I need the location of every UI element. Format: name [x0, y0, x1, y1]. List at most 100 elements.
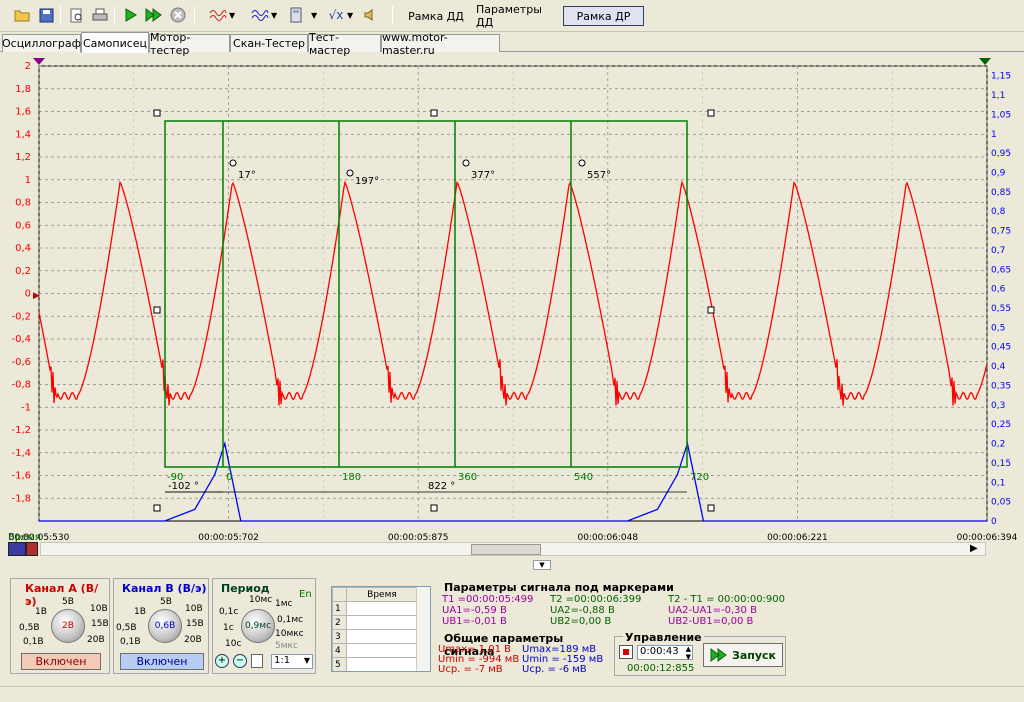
- expand-panel-button[interactable]: ▼: [533, 560, 551, 570]
- y-right-tick-label: 0,25: [991, 420, 1011, 430]
- resize-handle: [430, 504, 438, 512]
- channel-b-group: Канал В (В/э) 0,6В 5В 10В 15В 20В 1В 0,5…: [113, 578, 209, 674]
- degree-label: 540: [574, 472, 593, 483]
- table-row[interactable]: 4: [332, 643, 418, 658]
- channel-a-group: Канал А (В/э) 2В 5В 10В 15В 20В 1В 0,5В …: [10, 578, 110, 674]
- zoom-out-icon[interactable]: −: [233, 654, 247, 668]
- y-left-tick-label: 1,8: [15, 84, 31, 95]
- span-label: 822 °: [428, 481, 455, 492]
- folder-open-icon[interactable]: [12, 5, 32, 25]
- y-left-tick-label: -0,4: [11, 334, 31, 345]
- print-icon[interactable]: [90, 5, 110, 25]
- y-left-tick-label: -1,6: [11, 471, 31, 482]
- tab-scan-tester[interactable]: Скан-Тестер: [230, 34, 308, 52]
- period-knob[interactable]: 0,9мс: [241, 609, 275, 643]
- period-group: Период En 0,9мс 10мс 1мс 0,1с 0,1мс 10мк…: [212, 578, 316, 674]
- table-row[interactable]: 5: [332, 657, 418, 671]
- y-right-tick-label: 1,05: [991, 110, 1011, 120]
- control-group: Управление 0:00:43 ▲ ▼ 00:00:12:855 Запуск: [614, 631, 786, 676]
- frame-dr-button[interactable]: Рамка ДР: [563, 6, 644, 26]
- calculator-icon[interactable]: [286, 5, 306, 25]
- y-right-tick-label: 0: [991, 517, 997, 527]
- resize-handle: [153, 109, 161, 117]
- frame-dd-button[interactable]: Рамка ДД: [402, 6, 470, 26]
- peak-degree-label: 557°: [587, 170, 611, 181]
- y-left-tick-label: 0,8: [15, 198, 31, 209]
- y-left-tick-label: 1,2: [15, 152, 31, 163]
- marker-table[interactable]: Время 12345: [331, 586, 431, 672]
- y-left-tick-label: 0,4: [15, 243, 31, 254]
- y-left-tick-label: 1: [25, 175, 31, 186]
- channel-b-enabled-button[interactable]: Включен: [120, 653, 204, 670]
- marker-params: Параметры сигнала под маркерами T1 =00:0…: [442, 581, 786, 627]
- horizontal-scrollbar[interactable]: [40, 542, 986, 556]
- period-title: Период: [221, 582, 270, 595]
- stop-icon[interactable]: [168, 5, 188, 25]
- tab-motor-tester[interactable]: Мотор-тестер: [149, 31, 230, 57]
- table-row[interactable]: 1: [332, 601, 418, 616]
- page-icon[interactable]: [251, 654, 263, 668]
- y-left-tick-label: 1,6: [15, 107, 31, 118]
- y-left-tick-label: -0,8: [11, 380, 31, 391]
- y-right-tick-label: 0,15: [991, 459, 1011, 469]
- timer-input[interactable]: 0:00:43 ▲ ▼: [637, 645, 693, 661]
- y-right-tick-label: 0,05: [991, 498, 1011, 508]
- print-preview-icon[interactable]: [66, 5, 86, 25]
- y-right-tick-label: 0,45: [991, 343, 1011, 353]
- y-left-tick-label: -1,2: [11, 425, 31, 436]
- offset-label: -102 °: [168, 481, 199, 492]
- resize-handle: [707, 504, 715, 512]
- tab-oscilloscope[interactable]: Осциллограф: [2, 34, 81, 52]
- table-row[interactable]: 2: [332, 615, 418, 630]
- y-right-tick-label: 0,65: [991, 265, 1011, 275]
- y-right-tick-label: 0,7: [991, 246, 1005, 256]
- fast-play-icon[interactable]: [144, 5, 164, 25]
- sound-icon[interactable]: [360, 5, 380, 25]
- degree-label: 0: [226, 472, 232, 483]
- tab-website[interactable]: www.motor-master.ru: [381, 31, 500, 57]
- scroll-right-icon[interactable]: ▶: [970, 543, 978, 554]
- zoom-out-button[interactable]: [8, 542, 26, 556]
- y-right-tick-label: 0,9: [991, 168, 1006, 178]
- channel-a-wave-icon[interactable]: [208, 5, 228, 25]
- zoom-in-icon[interactable]: +: [215, 654, 229, 668]
- play-icon[interactable]: [120, 5, 140, 25]
- status-bar: [0, 686, 1024, 702]
- y-left-tick-label: 1,4: [15, 129, 31, 140]
- sqrt-icon[interactable]: √x: [326, 5, 346, 25]
- channel-a-enabled-button[interactable]: Включен: [21, 653, 101, 670]
- y-right-tick-label: 0,2: [991, 440, 1005, 450]
- y-right-tick-label: 1,15: [991, 72, 1011, 82]
- zoom-in-button[interactable]: [26, 542, 38, 556]
- scrollbar-thumb[interactable]: [471, 544, 541, 555]
- y-left-tick-label: 0,2: [15, 266, 31, 277]
- channel-b-wave-icon[interactable]: [250, 5, 270, 25]
- table-row[interactable]: 3: [332, 629, 418, 644]
- channel-b-title: Канал В (В/э): [122, 582, 207, 595]
- y-right-tick-label: 0,4: [991, 362, 1006, 372]
- y-right-tick-label: 0,6: [991, 285, 1006, 295]
- resize-handle: [153, 504, 161, 512]
- chart-svg: 2 1,8 1,6 1,4 1,2 1 0,8 0,6 0,4 0,2 0 -0,2 -0,4 -0,6 -…: [8, 58, 1018, 543]
- degree-label: 180: [342, 472, 361, 483]
- y-left-tick-label: -0,6: [11, 357, 31, 368]
- tab-recorder[interactable]: Самописец: [81, 32, 149, 53]
- table-scrollbar[interactable]: [416, 587, 430, 671]
- resize-handle: [707, 109, 715, 117]
- channel-b-knob[interactable]: 0,6В: [148, 609, 182, 643]
- y-right-tick-label: 0,8: [991, 207, 1006, 217]
- record-stop-button[interactable]: [619, 645, 633, 659]
- tab-test-master[interactable]: Тест-мастер: [308, 31, 381, 57]
- y-left-tick-label: 0: [25, 289, 31, 300]
- params-dd-button[interactable]: Параметры ДД: [476, 3, 562, 29]
- degree-label: 720: [690, 472, 709, 483]
- ratio-select[interactable]: 1:1 ▼: [271, 654, 313, 669]
- channel-a-knob[interactable]: 2В: [51, 609, 85, 643]
- y-right-tick-label: 1: [991, 130, 997, 140]
- start-button[interactable]: Запуск: [703, 643, 783, 667]
- elapsed-time: 00:00:12:855: [627, 663, 695, 674]
- peak-marker: [229, 159, 237, 167]
- y-right-tick-label: 1,1: [991, 91, 1005, 101]
- y-right-tick-label: 0,55: [991, 304, 1011, 314]
- save-icon[interactable]: [36, 5, 56, 25]
